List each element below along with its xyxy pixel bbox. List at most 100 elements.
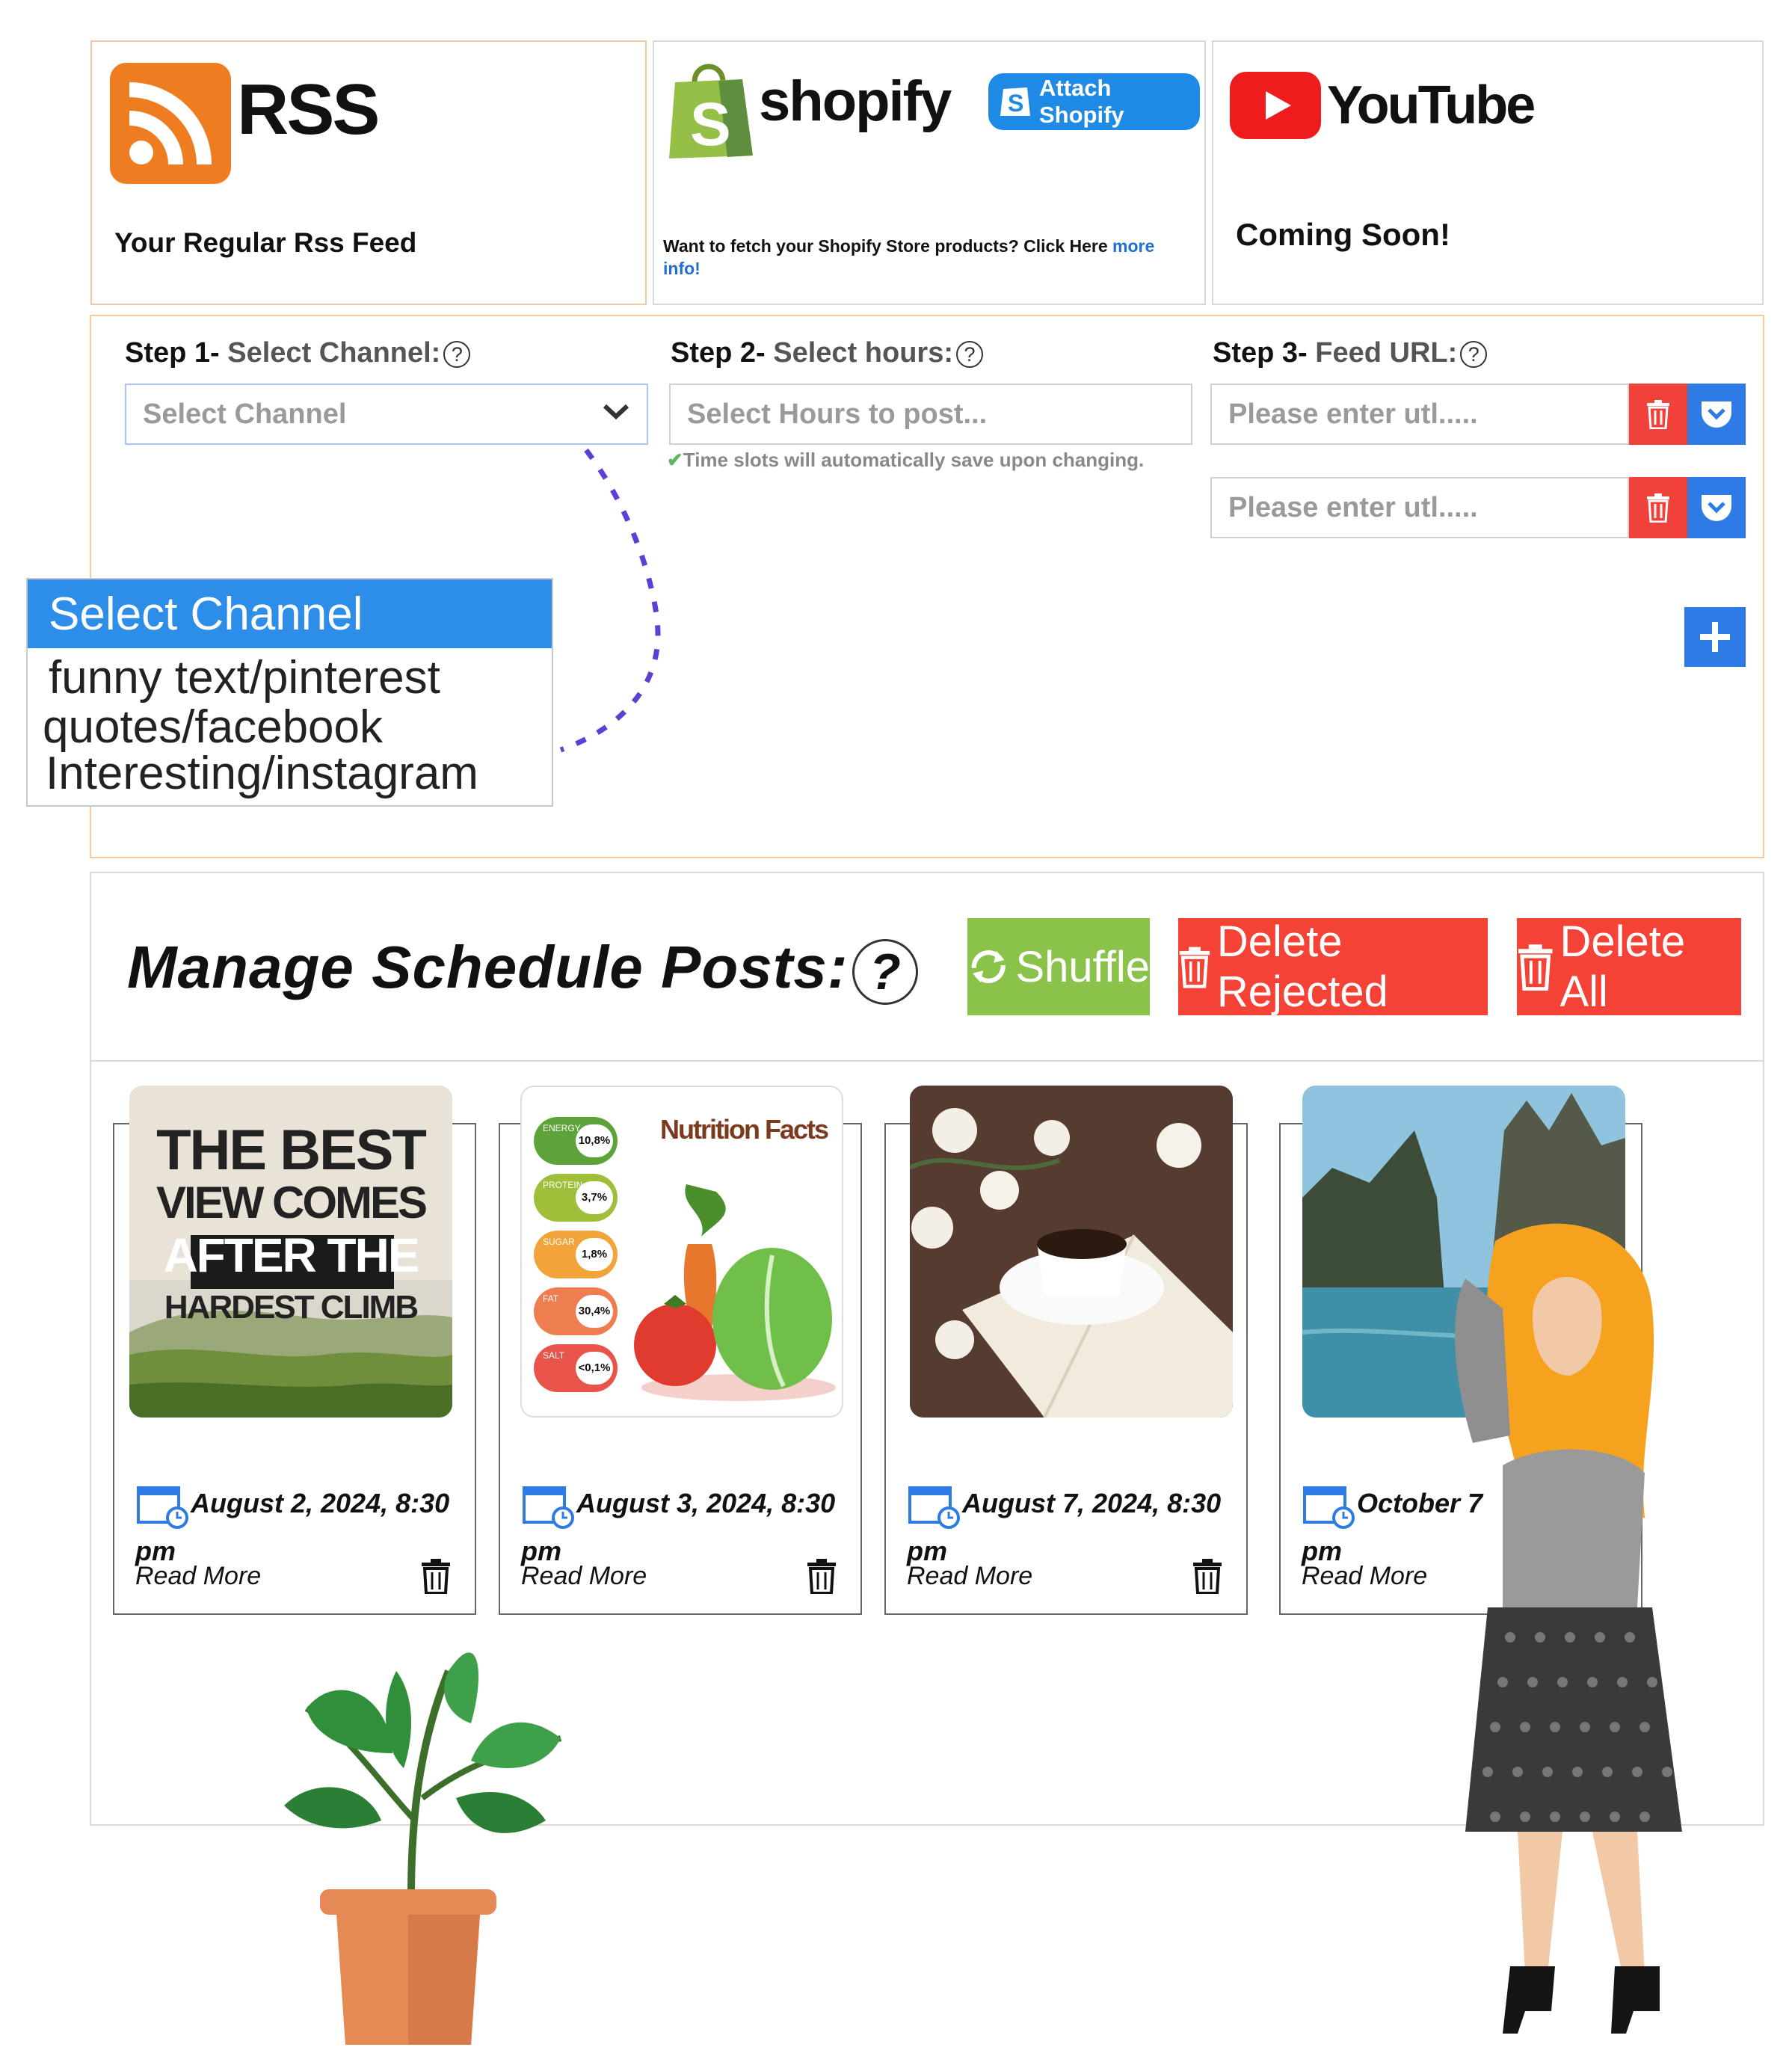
youtube-brand: YouTube [1327,76,1536,135]
add-url-button[interactable] [1684,607,1746,667]
trash-icon[interactable] [1192,1558,1222,1594]
manage-title-text: Manage Schedule Posts: [127,934,849,1000]
nutrition-row: FAT 30,4% [534,1287,618,1335]
channel-select[interactable]: Select Channel [125,384,648,445]
chevron-down-icon [603,404,629,420]
hours-select[interactable]: Select Hours to post... [669,384,1192,445]
step2-prefix: Step 2- [671,337,766,369]
quote-line: HARDEST CLIMB [164,1289,419,1326]
calendar-clock-icon [137,1486,188,1529]
shopify-brand: shopify [759,70,952,133]
plus-icon [1700,622,1730,652]
nutrition-pct: 3,7% [576,1181,613,1214]
dropdown-option[interactable]: Interesting/instagram [46,747,478,800]
attach-shopify-button[interactable]: S Attach Shopify [988,73,1200,130]
manage-title: Manage Schedule Posts:? [127,933,919,1005]
nutrition-row: PROTEIN 3,7% [534,1174,618,1222]
delete-url-button-1[interactable] [1629,384,1687,445]
shopify-description-text: Want to fetch your Shopify Store product… [663,236,1108,256]
pocket-button-1[interactable] [1687,384,1746,445]
step2-label: Step 2- Select hours:? [671,337,983,369]
delete-rejected-button[interactable]: Delete Rejected [1178,917,1488,1016]
help-icon[interactable]: ? [1460,340,1488,368]
step1-label: Step 1- Select Channel:? [125,337,471,369]
nutrition-rows: ENERGY 10,8% PROTEIN 3,7% SUGAR 1,8% FAT… [534,1117,618,1392]
nutrition-pct: 10,8% [576,1124,613,1157]
nutrition-pct: 30,4% [576,1295,613,1328]
quote-text: THE BEST VIEW COMES AFTER THE HARDEST CL… [129,1118,452,1334]
feed-url-placeholder: Please enter utl..... [1228,491,1478,523]
nutrition-title: Nutrition Facts [660,1114,829,1145]
time-slots-hint: ✔Time slots will automatically save upon… [667,449,1144,472]
calendar-clock-icon [523,1486,574,1529]
feed-url-input-2[interactable]: Please enter utl..... [1210,477,1629,538]
step3-label: Step 3- Feed URL:? [1213,337,1488,369]
quote-line: VIEW COMES [156,1178,428,1228]
trash-icon[interactable] [421,1558,451,1594]
feed-url-input-1[interactable]: Please enter utl..... [1210,384,1629,445]
hours-select-placeholder: Select Hours to post... [687,398,988,430]
shuffle-button[interactable]: Shuffle [967,918,1150,1015]
post-date: August 7, 2024, 8:30 pm [907,1482,1236,1573]
delete-url-button-2[interactable] [1629,477,1687,538]
time-slots-hint-text: Time slots will automatically save upon … [683,449,1145,471]
read-more-link[interactable]: Read More [1302,1562,1427,1591]
post-date-text: August 3, 2024, 8:30 [576,1488,836,1518]
feed-url-placeholder: Please enter utl..... [1228,398,1478,430]
post-image-coffee [910,1086,1233,1418]
youtube-description: Coming Soon! [1236,217,1450,252]
shopify-source-card[interactable]: S shopify S Attach Shopify Want to fetch… [653,40,1206,305]
nutrition-pct: 1,8% [576,1238,613,1271]
post-date-text: August 2, 2024, 8:30 [191,1488,450,1518]
post-date: August 2, 2024, 8:30 pm [135,1482,464,1573]
trash-icon [1179,947,1210,988]
help-icon[interactable]: ? [956,340,983,368]
quote-line: AFTER THE [163,1228,419,1282]
dropdown-option[interactable]: funny text/pinterest [49,651,440,704]
read-more-link[interactable]: Read More [135,1562,261,1591]
rss-icon [110,63,231,184]
calendar-clock-icon [1303,1486,1355,1529]
nutrition-name: PROTEIN [543,1180,583,1190]
shopify-bag-small-icon: S [999,80,1032,123]
trash-icon [1647,493,1669,523]
help-icon[interactable]: ? [852,938,919,1005]
manage-header: Manage Schedule Posts:? Shuffle Delete R… [91,873,1763,1062]
shopify-description: Want to fetch your Shopify Store product… [663,235,1186,280]
step3-prefix: Step 3- [1213,337,1308,369]
nutrition-name: ENERGY [543,1123,581,1133]
pocket-button-2[interactable] [1687,477,1746,538]
dropdown-option[interactable]: quotes/facebook [43,701,383,754]
pocket-icon [1702,495,1731,521]
delete-all-label: Delete All [1559,917,1686,1016]
shuffle-label: Shuffle [1015,942,1150,991]
rss-description: Your Regular Rss Feed [114,227,417,258]
nutrition-row: SALT <0,1% [534,1344,618,1392]
delete-all-button[interactable]: Delete All [1517,917,1741,1016]
nutrition-pct: <0,1% [576,1352,613,1385]
youtube-source-card[interactable]: YouTube Coming Soon! [1212,40,1764,305]
read-more-link[interactable]: Read More [907,1562,1032,1591]
post-image-quote: THE BEST VIEW COMES AFTER THE HARDEST CL… [129,1086,452,1418]
vegetables-illustration [634,1184,836,1401]
quote-line: THE BEST [156,1118,427,1182]
dropdown-option-selected[interactable]: Select Channel [28,579,552,648]
rss-source-card[interactable]: RSS Your Regular Rss Feed [90,40,647,305]
read-more-link[interactable]: Read More [521,1562,647,1591]
help-icon[interactable]: ? [443,340,471,368]
svg-text:S: S [1008,90,1023,117]
trash-icon [1647,400,1669,429]
channel-dropdown-list[interactable]: Select Channel funny text/pinterest quot… [26,578,553,807]
youtube-play-icon [1230,72,1321,139]
post-date-text: August 7, 2024, 8:30 [962,1488,1222,1518]
step3-text: Feed URL: [1315,337,1458,369]
channel-select-value: Select Channel [143,398,347,430]
nutrition-name: SUGAR [543,1237,575,1247]
trash-icon[interactable] [807,1558,837,1594]
nutrition-row: SUGAR 1,8% [534,1231,618,1278]
svg-text:S: S [690,90,731,158]
trash-icon [1518,944,1553,991]
delete-rejected-label: Delete Rejected [1216,917,1388,1016]
post-image-nutrition: Nutrition Facts ENERGY 10,8% PROTEIN 3,7… [520,1086,843,1418]
step2-text: Select hours: [773,337,953,369]
